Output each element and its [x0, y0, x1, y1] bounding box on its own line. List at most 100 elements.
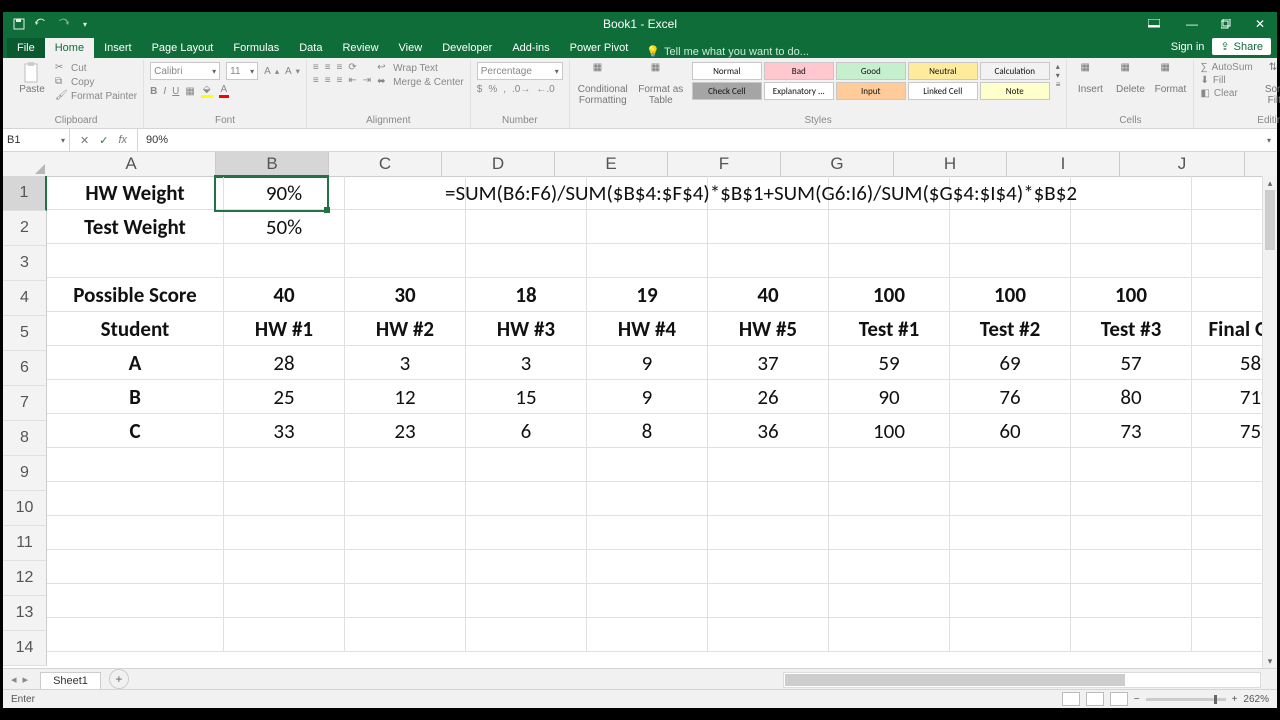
cell-E11[interactable]: [587, 516, 708, 550]
fx-icon[interactable]: fx: [118, 134, 127, 146]
cell-I13[interactable]: [1071, 584, 1192, 618]
decrease-indent-button[interactable]: ⇤: [348, 75, 356, 86]
cell-style-option[interactable]: Linked Cell: [908, 82, 978, 100]
tab-view[interactable]: View: [389, 38, 433, 58]
cell-I1[interactable]: [1071, 176, 1192, 210]
row-header[interactable]: 13: [3, 596, 47, 631]
cell-style-option[interactable]: Explanatory ...: [764, 82, 834, 100]
maximize-button[interactable]: [1209, 12, 1243, 36]
copy-button[interactable]: ⧉Copy: [55, 76, 137, 88]
column-header[interactable]: H: [894, 152, 1007, 177]
cell-E5[interactable]: HW #4: [587, 312, 708, 346]
cell-C6[interactable]: 3: [345, 346, 466, 380]
cell-H9[interactable]: [950, 448, 1071, 482]
column-header[interactable]: F: [668, 152, 781, 177]
cell-F11[interactable]: [708, 516, 829, 550]
cell-D9[interactable]: [466, 448, 587, 482]
cell-style-option[interactable]: Input: [836, 82, 906, 100]
cell-F5[interactable]: HW #5: [708, 312, 829, 346]
cell-G13[interactable]: [829, 584, 950, 618]
cell-I11[interactable]: [1071, 516, 1192, 550]
decrease-decimal-button[interactable]: ←.0: [536, 84, 554, 95]
align-left-button[interactable]: ≡: [313, 75, 319, 86]
increase-indent-button[interactable]: ⇥: [363, 75, 371, 86]
row-header[interactable]: 11: [3, 526, 47, 561]
comma-button[interactable]: ,: [503, 84, 506, 95]
cell-A14[interactable]: [47, 618, 224, 652]
save-icon[interactable]: [13, 18, 25, 30]
cell-E4[interactable]: 19: [587, 278, 708, 312]
column-header[interactable]: B: [216, 152, 329, 178]
cell-G5[interactable]: Test #1: [829, 312, 950, 346]
cell-B3[interactable]: [224, 244, 345, 278]
cell-C7[interactable]: 12: [345, 380, 466, 414]
tab-power-pivot[interactable]: Power Pivot: [560, 38, 639, 58]
sheet-nav-next-icon[interactable]: ▸: [23, 673, 29, 686]
chevron-down-icon[interactable]: ▾: [1056, 71, 1061, 80]
row-header[interactable]: 4: [3, 281, 47, 316]
name-box[interactable]: B1▾: [3, 129, 70, 151]
cell-H6[interactable]: 69: [950, 346, 1071, 380]
row-header[interactable]: 10: [3, 491, 47, 526]
cell-H10[interactable]: [950, 482, 1071, 516]
cells-area[interactable]: HW Weight90%Test Weight50%Possible Score…: [47, 176, 1277, 652]
align-center-button[interactable]: ≡: [325, 75, 331, 86]
cell-C2[interactable]: [345, 210, 466, 244]
cell-E14[interactable]: [587, 618, 708, 652]
cell-A9[interactable]: [47, 448, 224, 482]
cell-D7[interactable]: 15: [466, 380, 587, 414]
cell-style-option[interactable]: Bad: [764, 62, 834, 80]
sort-filter-button[interactable]: ⇅Sort & Filter: [1259, 62, 1280, 106]
cell-style-option[interactable]: Normal: [692, 62, 762, 80]
row-header[interactable]: 1: [3, 176, 47, 211]
cancel-icon[interactable]: ✕: [80, 134, 89, 147]
cell-C5[interactable]: HW #2: [345, 312, 466, 346]
row-header[interactable]: 5: [3, 316, 47, 351]
cell-H2[interactable]: [950, 210, 1071, 244]
cell-H14[interactable]: [950, 618, 1071, 652]
vertical-scrollbar[interactable]: ▴ ▾: [1262, 176, 1277, 668]
underline-button[interactable]: U: [172, 86, 179, 97]
qat-customize-icon[interactable]: ▾: [79, 18, 91, 30]
cell-C10[interactable]: [345, 482, 466, 516]
italic-button[interactable]: I: [163, 86, 166, 97]
grow-font-button[interactable]: A▴: [264, 66, 279, 77]
cell-E8[interactable]: 8: [587, 414, 708, 448]
cell-H5[interactable]: Test #2: [950, 312, 1071, 346]
cell-A7[interactable]: B: [47, 380, 224, 414]
number-format-combo[interactable]: Percentage▾: [477, 62, 563, 80]
column-header[interactable]: D: [442, 152, 555, 177]
cell-G6[interactable]: 59: [829, 346, 950, 380]
format-cells-button[interactable]: ▦Format: [1153, 62, 1187, 95]
cell-F12[interactable]: [708, 550, 829, 584]
cell-F3[interactable]: [708, 244, 829, 278]
tab-page-layout[interactable]: Page Layout: [142, 38, 224, 58]
cell-B14[interactable]: [224, 618, 345, 652]
new-sheet-button[interactable]: +: [109, 669, 129, 689]
cell-F14[interactable]: [708, 618, 829, 652]
cut-button[interactable]: ✂Cut: [55, 62, 137, 74]
cell-C4[interactable]: 30: [345, 278, 466, 312]
scroll-thumb[interactable]: [785, 674, 1125, 686]
increase-decimal-button[interactable]: .0→: [512, 84, 530, 95]
cell-A6[interactable]: A: [47, 346, 224, 380]
cell-F8[interactable]: 36: [708, 414, 829, 448]
font-size-combo[interactable]: 11▾: [226, 62, 258, 80]
cell-style-option[interactable]: Good: [836, 62, 906, 80]
cell-G9[interactable]: [829, 448, 950, 482]
zoom-value[interactable]: 262%: [1243, 694, 1269, 705]
zoom-in-icon[interactable]: +: [1232, 694, 1238, 705]
normal-view-button[interactable]: [1062, 692, 1080, 706]
ribbon-options-icon[interactable]: [1137, 12, 1171, 36]
paste-button[interactable]: Paste: [15, 62, 49, 95]
cell-H11[interactable]: [950, 516, 1071, 550]
cell-C14[interactable]: [345, 618, 466, 652]
cell-D5[interactable]: HW #3: [466, 312, 587, 346]
cell-I10[interactable]: [1071, 482, 1192, 516]
cell-I3[interactable]: [1071, 244, 1192, 278]
fill-button[interactable]: ⬇Fill: [1200, 75, 1252, 86]
cell-C12[interactable]: [345, 550, 466, 584]
scroll-thumb[interactable]: [1265, 190, 1275, 250]
cell-A2[interactable]: Test Weight: [47, 210, 224, 244]
tab-addins[interactable]: Add-ins: [502, 38, 559, 58]
